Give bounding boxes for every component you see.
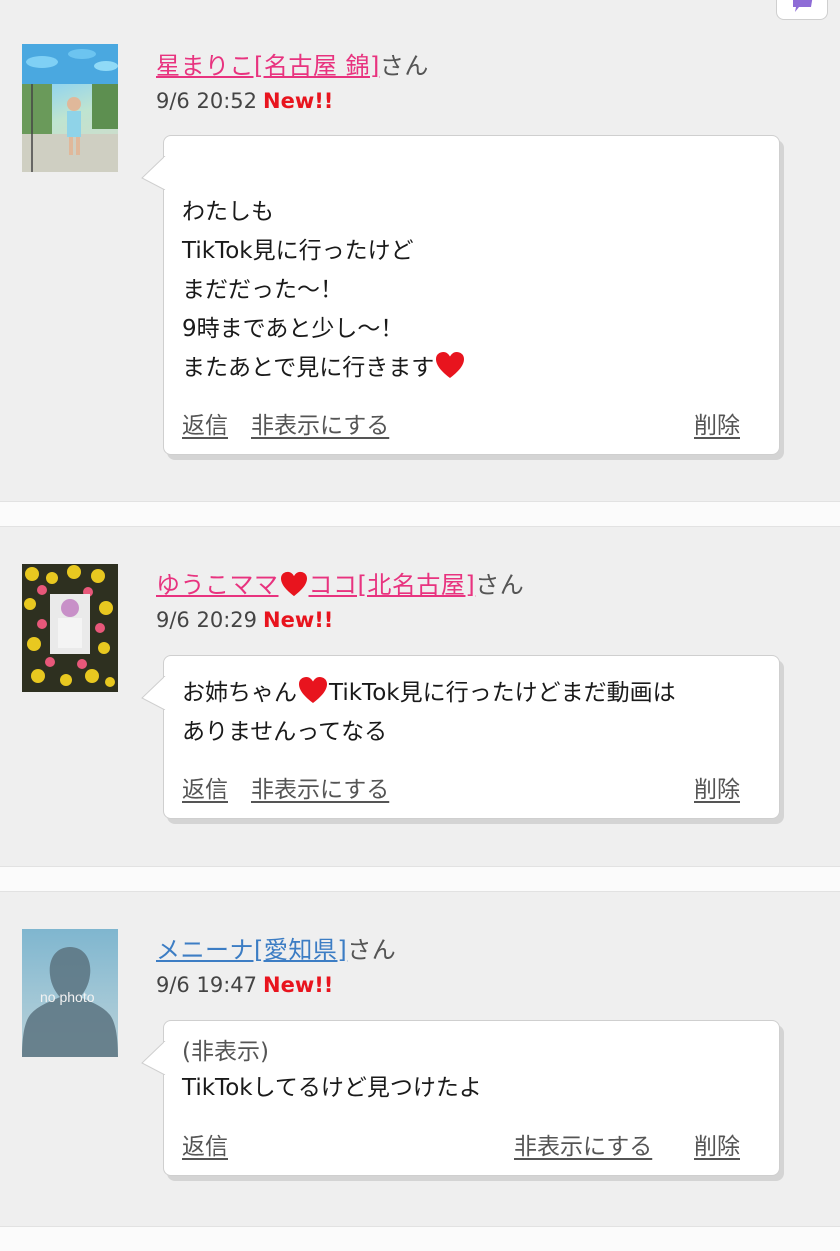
comment-meta: 9/6 19:47 New!! xyxy=(156,973,333,997)
name-text: ゆうこママ xyxy=(156,571,279,599)
comment-bubble: (非表示) TikTokしてるけど見つけたよ 返信 非表示にする 削除 xyxy=(141,1020,780,1176)
new-badge: New!! xyxy=(263,608,334,632)
new-badge: New!! xyxy=(263,973,334,997)
message-line: ありませんってなる xyxy=(182,719,388,745)
bubble-tail xyxy=(141,676,167,710)
message-line: お姉ちゃん TikTok見に行ったけどまだ動画は xyxy=(182,674,761,713)
commenter-name-link[interactable]: メニーナ[愛知県] xyxy=(156,936,347,964)
honorific: さん xyxy=(347,936,397,964)
commenter-name-row: メニーナ[愛知県]さん xyxy=(156,930,396,965)
comment-meta: 9/6 20:29 New!! xyxy=(156,608,333,632)
message-line-last: またあとで見に行きます xyxy=(182,349,761,388)
delete-link[interactable]: 削除 xyxy=(694,406,740,440)
comment-message: わたしも TikTok見に行ったけど まだだった〜！ 9時まであと少し〜！ また… xyxy=(182,193,761,388)
bubble-tail xyxy=(141,156,167,190)
unhide-link[interactable]: 非表示にする xyxy=(514,1127,652,1161)
honorific: さん xyxy=(475,571,525,599)
avatar[interactable] xyxy=(22,564,118,692)
comment-meta: 9/6 20:52 New!! xyxy=(156,89,333,113)
message-text: お姉ちゃん xyxy=(182,680,297,706)
message-line: まだだった〜！ xyxy=(182,277,343,303)
bubble-tail xyxy=(141,1041,167,1075)
heart-icon xyxy=(280,571,307,597)
delete-link[interactable]: 削除 xyxy=(694,1127,740,1161)
honorific: さん xyxy=(379,52,429,80)
hide-link[interactable]: 非表示にする xyxy=(251,406,389,440)
comment-message: (非表示) TikTokしてるけど見つけたよ xyxy=(182,1034,761,1106)
avatar-photo xyxy=(22,44,118,172)
heart-icon xyxy=(436,352,465,378)
comment-separator xyxy=(0,866,840,892)
message-line: 9時まであと少し〜！ xyxy=(182,316,404,342)
commenter-name-row: 星まりこ[名古屋 錦]さん xyxy=(156,46,429,81)
comment-timestamp: 9/6 20:52 xyxy=(156,89,257,113)
hide-link[interactable]: 非表示にする xyxy=(251,770,389,804)
comment-timestamp: 9/6 19:47 xyxy=(156,973,257,997)
message-text: TikTok見に行ったけどまだ動画は xyxy=(329,680,676,706)
reply-link[interactable]: 返信 xyxy=(182,406,228,440)
commenter-name-link[interactable]: ゆうこママ ココ[北名古屋] xyxy=(156,571,475,599)
message-line: TikTok見に行ったけど xyxy=(182,238,414,264)
message-line: わたしも xyxy=(182,199,274,225)
comment-item: ゆうこママ ココ[北名古屋]さん 9/6 20:29 New!! お姉ちゃん TikT… xyxy=(0,527,840,865)
avatar[interactable] xyxy=(22,44,118,172)
comment-separator xyxy=(0,501,840,527)
heart-icon xyxy=(299,677,327,703)
commenter-name-row: ゆうこママ ココ[北名古屋]さん xyxy=(156,565,524,600)
avatar[interactable]: no photo xyxy=(22,929,118,1057)
message-text: またあとで見に行きます xyxy=(182,355,435,381)
comment-separator xyxy=(0,1226,840,1251)
no-photo-label: no photo xyxy=(40,989,95,1005)
reply-link[interactable]: 返信 xyxy=(182,1127,228,1161)
comment-bubble: わたしも TikTok見に行ったけど まだだった〜！ 9時まであと少し〜！ また… xyxy=(141,135,780,455)
delete-link[interactable]: 削除 xyxy=(694,770,740,804)
hidden-status-label: (非表示) xyxy=(182,1039,269,1065)
new-badge: New!! xyxy=(263,89,334,113)
comment-bubble: お姉ちゃん TikTok見に行ったけどまだ動画は ありませんってなる 返信 非表示… xyxy=(141,655,780,819)
comment-timestamp: 9/6 20:29 xyxy=(156,608,257,632)
comment-list-page: 星まりこ[名古屋 錦]さん 9/6 20:52 New!! わたしも TikTok… xyxy=(0,0,840,1251)
message-line: TikTokしてるけど見つけたよ xyxy=(182,1075,482,1101)
avatar-photo xyxy=(22,564,118,692)
comment-item: no photo メニーナ[愛知県]さん 9/6 19:47 New!! (非表示… xyxy=(0,892,840,1225)
commenter-name-link[interactable]: 星まりこ[名古屋 錦] xyxy=(156,52,380,80)
name-text: ココ[北名古屋] xyxy=(308,571,476,599)
comment-message: お姉ちゃん TikTok見に行ったけどまだ動画は ありませんってなる xyxy=(182,674,761,752)
comment-item: 星まりこ[名古屋 錦]さん 9/6 20:52 New!! わたしも TikTok… xyxy=(0,0,840,500)
reply-link[interactable]: 返信 xyxy=(182,770,228,804)
